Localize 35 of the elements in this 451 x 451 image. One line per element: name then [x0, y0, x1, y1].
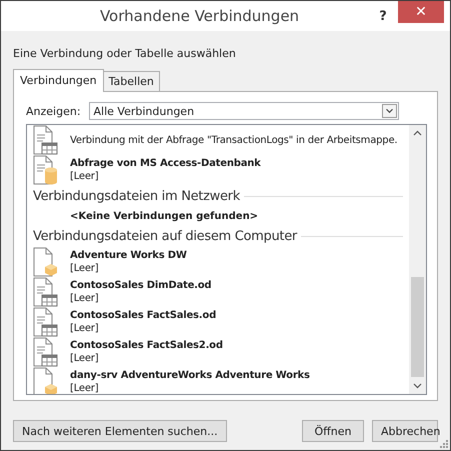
- cancel-button[interactable]: Abbrechen: [372, 420, 438, 442]
- tab[interactable]: Verbindungen: [13, 69, 104, 92]
- scrollbar[interactable]: [409, 125, 426, 394]
- cube-document-icon: [33, 247, 58, 277]
- connection-description: [Leer]: [70, 383, 100, 394]
- browse-button[interactable]: Nach weiteren Elementen suchen...: [13, 420, 227, 442]
- connection-name[interactable]: Abfrage von MS Access-Datenbank: [70, 158, 261, 169]
- connection-description: [Leer]: [70, 323, 100, 334]
- filter-label: Anzeigen:: [26, 104, 81, 118]
- connection-name[interactable]: ContosoSales FactSales.od: [70, 310, 216, 321]
- table-document-icon: [33, 307, 58, 337]
- connection-description: [Leer]: [70, 293, 100, 304]
- resize-grip-icon[interactable]: [438, 438, 448, 448]
- caret-icon: [382, 104, 397, 118]
- window-title: Vorhandene Verbindungen: [98, 7, 300, 25]
- help-button[interactable]: ?: [368, 8, 398, 24]
- connection-name[interactable]: ContosoSales DimDate.od: [70, 280, 212, 291]
- connection-description: [Leer]: [70, 263, 100, 274]
- section-heading: Verbindungsdateien auf diesem Computer: [33, 228, 297, 244]
- open-button[interactable]: Öffnen: [302, 420, 364, 442]
- section-heading: Verbindungsdateien im Netzwerk: [33, 188, 240, 204]
- connection-description: Verbindung mit der Abfrage "TransactionLogs" in der Arbeitsmappe.: [70, 134, 398, 146]
- database-document-icon: [33, 155, 58, 185]
- filter-dropdown[interactable]: Alle Verbindungen: [88, 102, 399, 120]
- table-document-icon: [33, 277, 58, 307]
- connection-name[interactable]: ContosoSales FactSales2.od: [70, 340, 223, 351]
- connection-name[interactable]: dany-srv AdventureWorks Adventure Works: [70, 370, 310, 381]
- empty-note: <Keine Verbindungen gefunden>: [70, 210, 258, 222]
- table-document-icon: [33, 337, 58, 367]
- connection-description: [Leer]: [70, 353, 100, 364]
- instruction-label: Eine Verbindung oder Tabelle auswählen: [13, 47, 237, 60]
- connection-name[interactable]: Adventure Works DW: [70, 250, 187, 261]
- tab[interactable]: Tabellen: [102, 71, 160, 91]
- connection-description: [Leer]: [70, 171, 100, 182]
- close-button[interactable]: ✕: [398, 1, 444, 23]
